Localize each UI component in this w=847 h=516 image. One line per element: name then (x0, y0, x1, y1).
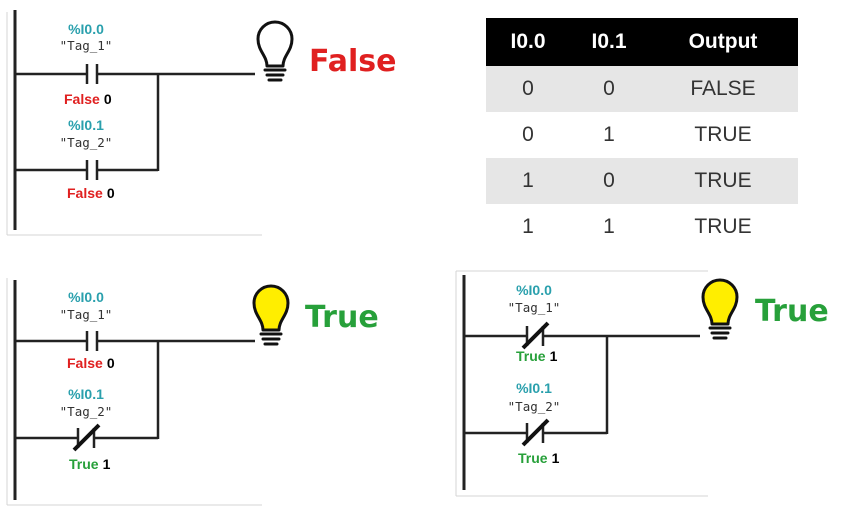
contact-i0-0[interactable] (85, 64, 99, 84)
contact-tag: "Tag_1" (508, 300, 561, 315)
contact-state: True 1 (516, 348, 558, 364)
lightbulb-icon (701, 278, 739, 340)
table-cell: FALSE (648, 66, 798, 112)
table-cell: 0 (486, 66, 570, 112)
contact-state: True 1 (518, 450, 560, 466)
table-row: 1 0 TRUE (486, 158, 798, 204)
contact-tag: "Tag_1" (60, 38, 113, 53)
table-cell: 1 (603, 123, 615, 146)
contact-i0-0[interactable] (85, 331, 99, 351)
contact-tag: "Tag_1" (60, 307, 113, 322)
truth-table: I0.0 I0.1 Output 0 0 FALSE 0 1 TRUE 1 0 … (486, 18, 798, 250)
column-header-output: Output (648, 18, 798, 66)
contact-address: %I0.0 (516, 282, 552, 298)
contact-tag: "Tag_2" (60, 404, 113, 419)
ladder-diagram-2: %I0.0 "Tag_1" False 0 %I0.1 "Tag_2" True 1… (6, 278, 379, 506)
table-cell: TRUE (694, 123, 752, 146)
table-cell: 0 (570, 66, 648, 112)
output-state: True (755, 294, 829, 329)
contact-state: True 1 (69, 456, 111, 472)
table-cell: 0 (522, 123, 534, 146)
contact-state: False 0 (67, 185, 115, 201)
table-row: 1 1 TRUE (486, 204, 798, 250)
column-header-i0-0: I0.0 (486, 18, 570, 66)
table-row: 0 0 FALSE (486, 66, 798, 112)
contact-address: %I0.1 (516, 380, 552, 396)
contact-address: %I0.1 (68, 117, 104, 133)
contact-i0-1[interactable] (85, 160, 99, 180)
lightbulb-icon (252, 284, 290, 346)
output-state: True (305, 300, 379, 335)
ladder-diagram-1: %I0.0 "Tag_1" False 0 %I0.1 "Tag_2" False… (6, 10, 396, 236)
contact-address: %I0.1 (68, 386, 104, 402)
contact-tag: "Tag_2" (60, 135, 113, 150)
table-cell: 1 (603, 215, 615, 238)
table-cell: 0 (570, 158, 648, 204)
table-cell: TRUE (648, 158, 798, 204)
table-cell: 1 (522, 215, 534, 238)
table-cell: TRUE (694, 215, 752, 238)
column-header-i0-1: I0.1 (570, 18, 648, 66)
lightbulb-icon (256, 20, 294, 82)
table-row: 0 1 TRUE (486, 112, 798, 158)
output-state: False (309, 44, 396, 79)
truth-table-header: I0.0 I0.1 Output (486, 18, 798, 66)
contact-address: %I0.0 (68, 21, 104, 37)
ladder-diagram-3: %I0.0 "Tag_1" True 1 %I0.1 "Tag_2" True 1 … (455, 270, 829, 497)
contact-tag: "Tag_2" (508, 399, 561, 414)
contact-state: False 0 (64, 91, 112, 107)
table-cell: 1 (486, 158, 570, 204)
contact-state: False 0 (67, 355, 115, 371)
contact-address: %I0.0 (68, 289, 104, 305)
